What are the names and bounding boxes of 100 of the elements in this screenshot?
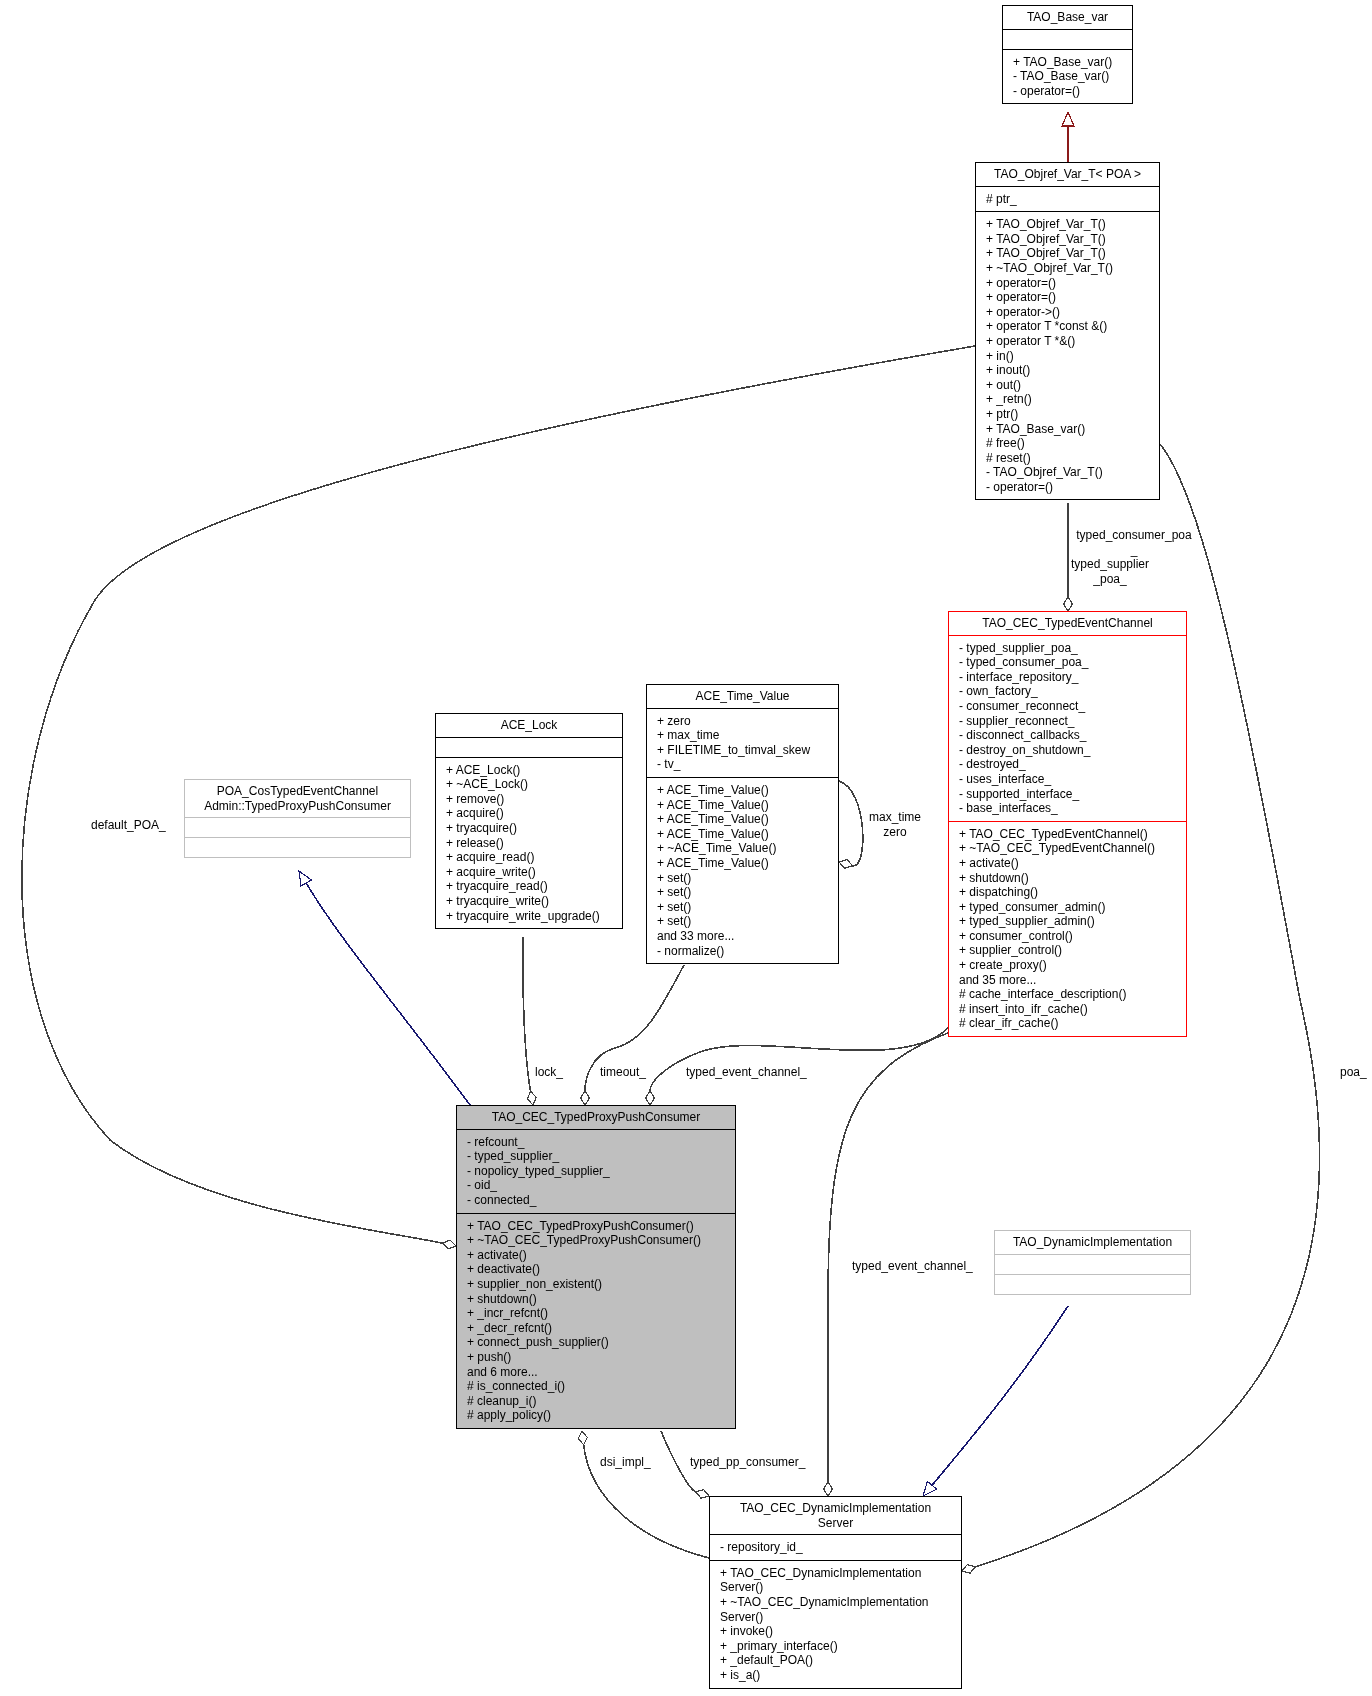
attribute-text: - connected_ (467, 1192, 537, 1208)
method-text: # insert_into_ifr_cache() (959, 1001, 1088, 1017)
method-text: + tryacquire() (446, 820, 518, 836)
attribute-text: - refcount_ (467, 1134, 525, 1150)
attribute-text: - typed_consumer_poa_ (959, 655, 1089, 670)
method-text: + ~TAO_CEC_TypedEventChannel() (959, 841, 1155, 856)
method-text: and 35 more... (959, 972, 1037, 988)
method-text: + ACE_Time_Value() (657, 797, 769, 813)
class-title: POA_CosTypedEventChannel (216, 784, 379, 799)
method-text: # reset() (986, 450, 1031, 466)
method-text: + dispatching() (959, 885, 1039, 900)
method-text: + connect_push_supplier() (467, 1335, 609, 1350)
method-text: + remove() (446, 791, 505, 807)
attribute-text: # ptr_ (986, 191, 1017, 207)
edge-label: timeout_ (600, 1065, 647, 1080)
method-text: + ACE_Time_Value() (657, 855, 769, 871)
method-text: + is_a() (720, 1667, 761, 1683)
attribute-text: - typed_supplier_poa_ (959, 640, 1078, 656)
class-title: TAO_CEC_TypedProxyPushConsumer (491, 1110, 701, 1125)
method-text: + tryacquire_write() (446, 893, 550, 909)
method-text: + operator T *&() (986, 333, 1076, 349)
class-title: TAO_CEC_DynamicImplementation (739, 1501, 932, 1516)
edge-label: dsi_impl_ (600, 1455, 651, 1470)
method-text: + ACE_Time_Value() (657, 782, 769, 798)
method-text: + _retn() (986, 392, 1032, 407)
method-text: - TAO_Objref_Var_T() (986, 465, 1103, 480)
method-text: + operator=() (986, 275, 1057, 291)
method-text: + TAO_CEC_TypedProxyPushConsumer() (467, 1218, 694, 1234)
method-text: + ~ACE_Time_Value() (657, 841, 777, 856)
class-title: TAO_Objref_Var_T< POA > (994, 167, 1141, 182)
attribute-text: - oid_ (467, 1178, 498, 1193)
attribute-text: - uses_interface_ (959, 771, 1052, 787)
method-text: + TAO_Base_var() (986, 421, 1086, 437)
attribute-text: - tv_ (657, 757, 681, 772)
method-text: + _incr_refcnt() (467, 1306, 549, 1321)
attribute-text: - consumer_reconnect_ (959, 698, 1086, 714)
attribute-text: - destroy_on_shutdown_ (959, 742, 1091, 758)
method-text: # cleanup_i() (467, 1393, 537, 1409)
attribute-text: + max_time (657, 728, 720, 743)
method-text: + typed_supplier_admin() (959, 914, 1095, 929)
method-text: + supplier_non_existent() (467, 1276, 603, 1292)
method-text: + out() (986, 377, 1021, 393)
method-text: + set() (657, 899, 692, 915)
method-text: + operator T *const &() (986, 319, 1108, 334)
method-text: - normalize() (657, 943, 725, 959)
class-title: TAO_Base_var (1026, 10, 1109, 25)
method-text: + shutdown() (467, 1291, 537, 1307)
method-text: + ptr() (986, 406, 1019, 422)
method-text: + create_proxy() (959, 958, 1047, 973)
method-text: + _default_POA() (720, 1653, 814, 1668)
class-title: Admin::TypedProxyPushConsumer (204, 798, 391, 814)
method-text: + tryacquire_write_upgrade() (446, 908, 600, 924)
class-title: ACE_Time_Value (695, 689, 790, 704)
method-text: + TAO_CEC_DynamicImplementation Server() (720, 1565, 922, 1595)
method-text: + release() (446, 835, 504, 851)
edge-label: typed_pp_consumer_ (690, 1455, 806, 1470)
edge-label: default_POA_ (91, 818, 166, 833)
method-text: + ACE_Time_Value() (657, 826, 769, 842)
method-text: + operator->() (986, 304, 1061, 320)
edge-label: typed_event_channel_ (852, 1259, 973, 1274)
method-text: + tryacquire_read() (446, 879, 548, 894)
method-text: + ACE_Time_Value() (657, 812, 769, 827)
attribute-text: - nopolicy_typed_supplier_ (467, 1163, 610, 1179)
method-text: + typed_consumer_admin() (959, 899, 1106, 915)
edge-label: max_time zero (869, 810, 921, 840)
method-text: + TAO_Base_var() (1013, 54, 1113, 70)
attribute-text: - destroyed_ (959, 757, 1026, 772)
method-text: + ~ACE_Lock() (446, 777, 529, 792)
attribute-text: - supplier_reconnect_ (959, 713, 1075, 729)
class-title: Server (817, 1515, 854, 1531)
method-text: # free() (986, 436, 1025, 451)
method-text: and 33 more... (657, 928, 735, 944)
method-text: + activate() (959, 855, 1019, 871)
edge-label: poa_ (1340, 1065, 1367, 1080)
attribute-text: + zero (657, 713, 691, 729)
method-text: + ACE_Lock() (446, 762, 521, 778)
method-text: + activate() (467, 1247, 527, 1263)
method-text: - TAO_Base_var() (1013, 69, 1110, 84)
method-text: + operator=() (986, 290, 1057, 305)
method-text: + in() (986, 348, 1014, 364)
method-text: + TAO_Objref_Var_T() (986, 231, 1106, 247)
method-text: + acquire_write() (446, 864, 536, 880)
method-text: # clear_ifr_cache() (959, 1016, 1059, 1032)
attribute-text: - interface_repository_ (959, 669, 1079, 685)
method-text: + set() (657, 885, 692, 900)
method-text: # is_connected_i() (467, 1379, 566, 1394)
method-text: + ~TAO_CEC_TypedProxyPushConsumer() (467, 1233, 701, 1248)
class-title: TAO_DynamicImplementation (1012, 1235, 1173, 1250)
attribute-text: - supported_interface_ (959, 786, 1080, 802)
method-text: - operator=() (986, 479, 1054, 495)
method-text: + deactivate() (467, 1262, 541, 1277)
method-text: + ~TAO_CEC_DynamicImplementation Server() (720, 1594, 929, 1625)
attribute-text: - typed_supplier_ (467, 1149, 560, 1164)
attribute-text: - disconnect_callbacks_ (959, 728, 1087, 743)
method-text: # apply_policy() (467, 1408, 552, 1423)
method-text: - operator=() (1013, 83, 1081, 99)
method-text: + consumer_control() (959, 928, 1073, 944)
method-text: + acquire() (446, 806, 504, 821)
method-text: + acquire_read() (446, 850, 535, 865)
edge-label: typed_event_channel_ (686, 1065, 807, 1080)
